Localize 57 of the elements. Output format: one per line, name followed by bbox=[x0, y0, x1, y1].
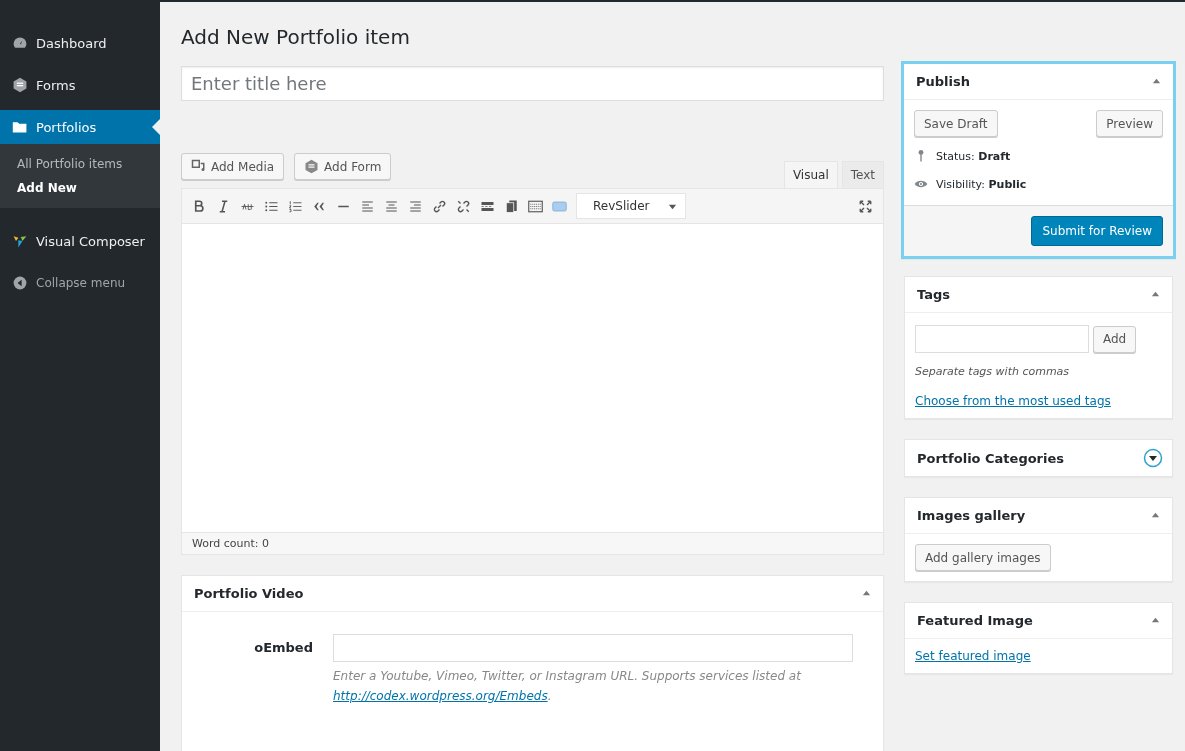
featured-image-link[interactable]: Set featured image bbox=[915, 649, 1031, 663]
add-button[interactable]: Add Form bbox=[294, 153, 392, 180]
preview-button[interactable]: Preview bbox=[1096, 110, 1163, 137]
form-icon bbox=[304, 159, 320, 174]
media-icon bbox=[191, 159, 206, 174]
panel-header[interactable]: Portfolio Video bbox=[182, 576, 883, 612]
help-text: Enter a Youtube, Vimeo, Twitter, or Instagram URL. Supports services listed at http://codex.wordpress.org/Embeds. bbox=[333, 668, 803, 705]
panel-title: Featured Image bbox=[917, 613, 1033, 628]
embeds-link[interactable]: http://codex.wordpress.org/Embeds bbox=[333, 689, 548, 703]
panel-title: Images gallery bbox=[917, 508, 1026, 523]
submenu-item[interactable]: All Portfolio items bbox=[0, 152, 160, 176]
sidebar-item[interactable]: Visual Composer bbox=[0, 224, 160, 258]
panel-title: Portfolio Video bbox=[194, 586, 304, 601]
word-count: Word count: 0 bbox=[182, 532, 883, 554]
status-text: Status: Draft bbox=[936, 149, 1011, 163]
composer-icon bbox=[12, 233, 28, 249]
collapse-icon bbox=[12, 275, 28, 291]
panel-header[interactable]: Featured Image bbox=[905, 603, 1172, 639]
unlink-icon[interactable] bbox=[456, 198, 471, 214]
slider-dropdown[interactable]: RevSlider bbox=[576, 193, 686, 219]
add-button[interactable]: Add Media bbox=[181, 153, 285, 180]
most-used-tags-link[interactable]: Choose from the most used tags bbox=[915, 394, 1111, 408]
title-field[interactable]: Enter title here bbox=[181, 66, 884, 101]
oembed-field[interactable] bbox=[333, 634, 853, 662]
tags-hint: Separate tags with commas bbox=[915, 365, 1071, 378]
numbered-list-icon[interactable] bbox=[288, 198, 303, 214]
add-tag-button[interactable]: Add bbox=[1093, 325, 1137, 353]
panel-title: Tags bbox=[917, 287, 950, 302]
page-title: Add New Portfolio item bbox=[181, 24, 411, 51]
panel-header[interactable]: Portfolio Categories bbox=[905, 440, 1172, 476]
editor-tab[interactable]: Text bbox=[841, 161, 884, 188]
sidebar-item[interactable]: Portfolios bbox=[0, 110, 160, 144]
add-gallery-button[interactable]: Add gallery images bbox=[915, 544, 1051, 571]
bold-icon[interactable] bbox=[192, 198, 207, 214]
panel-title: Publish bbox=[916, 74, 970, 89]
sidebar-item[interactable]: Forms bbox=[0, 68, 160, 102]
form-icon bbox=[12, 77, 28, 93]
panel-title: Portfolio Categories bbox=[917, 450, 1065, 466]
editor-tab[interactable]: Visual bbox=[783, 161, 838, 188]
visibility-text: Visibility: Public bbox=[936, 177, 1027, 191]
keyboard-icon[interactable] bbox=[528, 198, 543, 214]
panel-header[interactable]: Images gallery bbox=[905, 498, 1172, 534]
sidebar-item[interactable]: Dashboard bbox=[0, 26, 160, 60]
panel-header[interactable]: Publish bbox=[904, 64, 1173, 100]
collapse-menu-button[interactable]: Collapse menu bbox=[0, 266, 160, 300]
pages-icon[interactable] bbox=[504, 198, 519, 214]
slider-icon[interactable] bbox=[552, 198, 567, 214]
field-label: oEmbed bbox=[253, 639, 313, 657]
submit-button[interactable]: Submit for Review bbox=[1031, 216, 1163, 246]
save-draft-button[interactable]: Save Draft bbox=[914, 110, 998, 137]
fullscreen-icon[interactable] bbox=[858, 198, 873, 214]
gauge-icon bbox=[12, 35, 28, 51]
link-icon[interactable] bbox=[432, 198, 447, 214]
panel-header[interactable]: Tags bbox=[905, 277, 1172, 313]
folder-icon bbox=[12, 119, 28, 135]
tag-field[interactable] bbox=[915, 325, 1089, 353]
submenu-item[interactable]: Add New bbox=[0, 176, 160, 200]
